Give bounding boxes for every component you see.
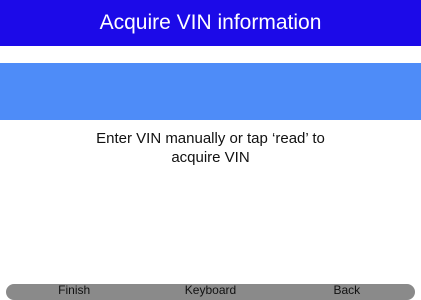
finish-button[interactable]: Finish <box>6 284 142 300</box>
vin-input[interactable] <box>0 63 421 120</box>
instruction-text: Enter VIN manually or tap ‘read’ to acqu… <box>20 129 401 167</box>
bottom-toolbar: Finish Keyboard Back <box>6 284 415 300</box>
instruction-line-2: acquire VIN <box>171 149 250 166</box>
page-title: Acquire VIN information <box>0 0 421 46</box>
back-button[interactable]: Back <box>279 284 415 300</box>
keyboard-button[interactable]: Keyboard <box>142 284 278 300</box>
instruction-line-1: Enter VIN manually or tap ‘read’ to <box>96 130 325 147</box>
